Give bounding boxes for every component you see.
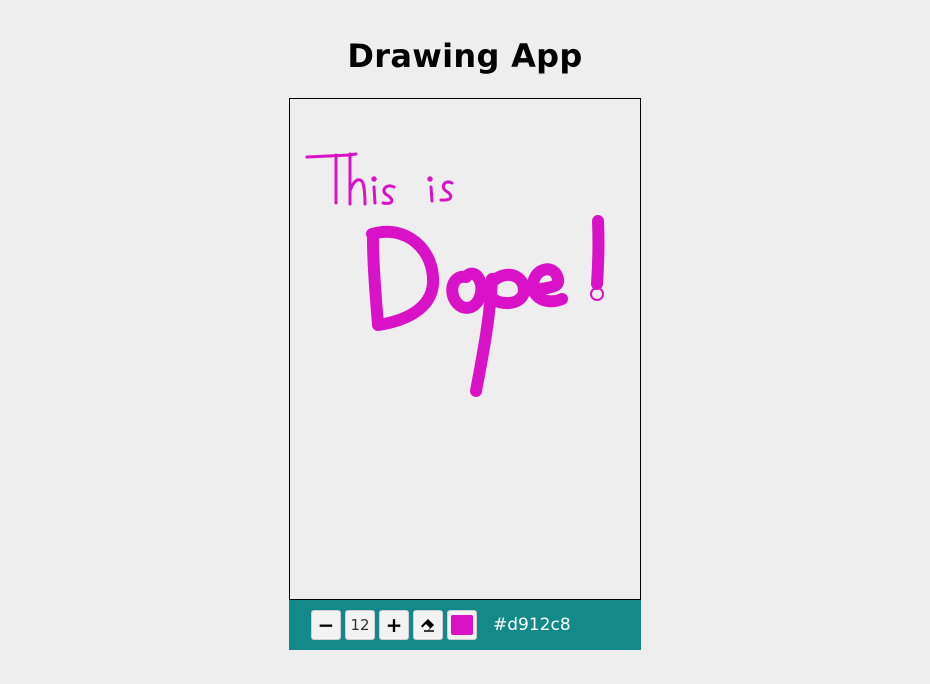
eraser-button[interactable] [413,610,443,640]
eraser-icon [421,619,434,632]
minus-icon: − [317,613,335,637]
color-picker[interactable] [447,610,477,640]
color-chip [451,615,473,635]
brush-size-display: 12 [345,610,375,640]
toolbar: − 12 + #d912c8 [289,600,641,650]
decrease-size-button[interactable]: − [311,610,341,640]
handwriting-drawing [305,152,605,397]
drawing-canvas[interactable] [289,98,641,600]
increase-size-button[interactable]: + [379,610,409,640]
stroke-dope [366,215,605,397]
page-title: Drawing App [347,37,583,75]
plus-icon: + [385,613,403,637]
stroke-this-is [305,152,454,206]
color-hex-label: #d912c8 [493,615,571,635]
